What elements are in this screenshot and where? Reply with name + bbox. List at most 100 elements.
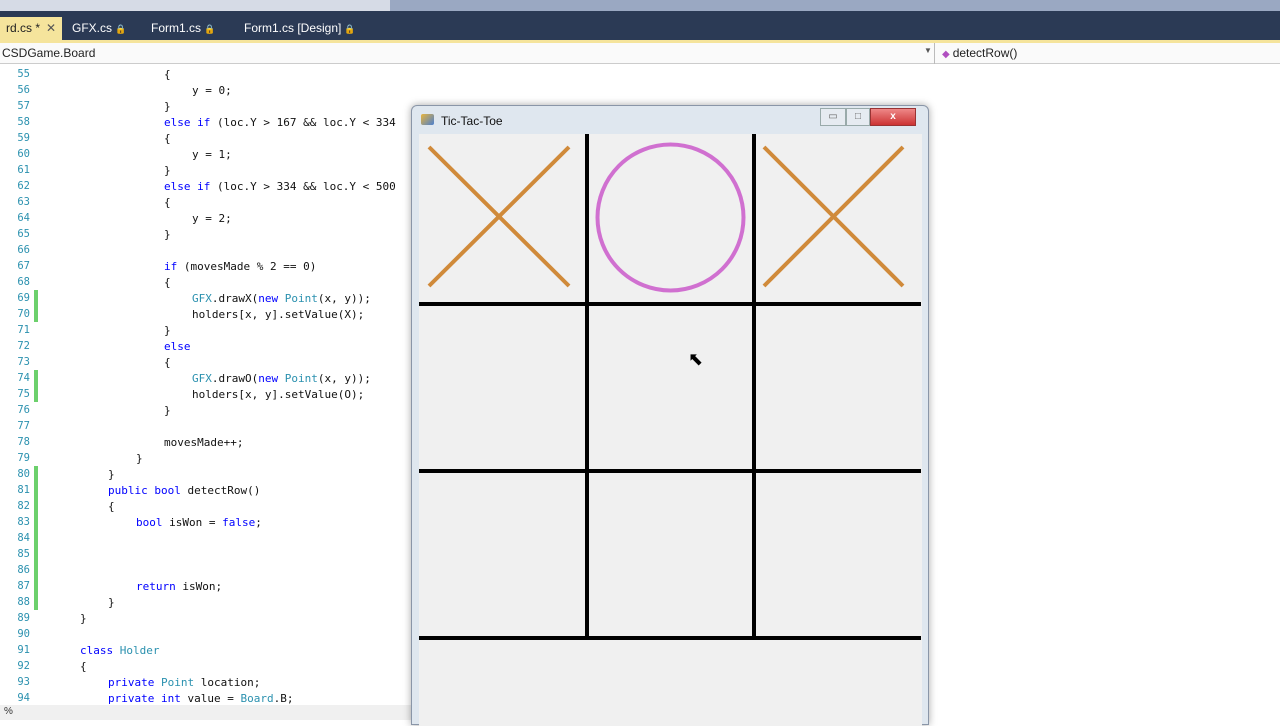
- code-line[interactable]: 81 public bool detectRow(): [0, 482, 420, 498]
- code-token: }: [164, 164, 171, 177]
- code-line[interactable]: 66: [0, 242, 420, 258]
- class-selector[interactable]: CSDGame.Board: [2, 46, 95, 60]
- code-line[interactable]: 78 movesMade++;: [0, 434, 420, 450]
- code-line[interactable]: 93 private Point location;: [0, 674, 420, 690]
- line-number: 88: [17, 596, 30, 608]
- close-icon[interactable]: ✕: [46, 21, 56, 35]
- lock-icon: 🔒: [115, 24, 127, 34]
- code-line[interactable]: 86: [0, 562, 420, 578]
- code-line[interactable]: 72 else: [0, 338, 420, 354]
- change-marker: [34, 562, 38, 578]
- code-line[interactable]: 80}: [0, 466, 420, 482]
- line-number: 93: [17, 676, 30, 688]
- toolbar-buttons[interactable]: [0, 0, 390, 11]
- code-line[interactable]: 64 y = 2;: [0, 210, 420, 226]
- code-line[interactable]: 60 y = 1;: [0, 146, 420, 162]
- code-line[interactable]: 58 else if (loc.Y > 167 && loc.Y < 334: [0, 114, 420, 130]
- code-token: y = 2;: [192, 212, 232, 225]
- code-text: GFX.drawX(new Point(x, y));: [192, 292, 371, 305]
- code-line[interactable]: 73 {: [0, 354, 420, 370]
- code-line[interactable]: 67 if (movesMade % 2 == 0): [0, 258, 420, 274]
- line-number: 76: [17, 404, 30, 416]
- navigation-bar: CSDGame.Board ▼ ◆ detectRow(): [0, 43, 1280, 64]
- code-token: .B;: [273, 692, 294, 705]
- code-token: location;: [194, 676, 261, 689]
- code-line[interactable]: 83 bool isWon = false;: [0, 514, 420, 530]
- tab-board-cs[interactable]: rd.cs * ✕: [0, 17, 63, 40]
- code-token: new: [258, 292, 279, 305]
- code-token: }: [164, 324, 171, 337]
- code-line[interactable]: 94 private int value = Board.B;: [0, 690, 420, 706]
- change-marker: [34, 466, 38, 482]
- code-token: else: [164, 340, 191, 353]
- code-line[interactable]: 59 {: [0, 130, 420, 146]
- member-selector[interactable]: ◆ detectRow(): [942, 46, 1017, 60]
- game-board-area[interactable]: [419, 134, 922, 726]
- code-line[interactable]: 65}: [0, 226, 420, 242]
- code-line[interactable]: 89}: [0, 610, 420, 626]
- line-number: 58: [17, 116, 30, 128]
- code-line[interactable]: 57}: [0, 98, 420, 114]
- code-line[interactable]: 70 holders[x, y].setValue(X);: [0, 306, 420, 322]
- line-number: 64: [17, 212, 30, 224]
- code-line[interactable]: 91 class Holder: [0, 642, 420, 658]
- code-line[interactable]: 76}: [0, 402, 420, 418]
- code-line[interactable]: 62 else if (loc.Y > 334 && loc.Y < 500: [0, 178, 420, 194]
- code-token: {: [164, 356, 171, 369]
- game-board[interactable]: [419, 134, 922, 726]
- code-token: {: [164, 68, 171, 81]
- line-number: 67: [17, 260, 30, 272]
- line-number: 69: [17, 292, 30, 304]
- tab-gfx-cs[interactable]: GFX.cs 🔒: [66, 17, 132, 40]
- change-marker: [34, 482, 38, 498]
- line-number: 56: [17, 84, 30, 96]
- code-text: {: [108, 500, 115, 513]
- close-button[interactable]: x: [870, 108, 916, 126]
- code-line[interactable]: 84: [0, 530, 420, 546]
- tic-tac-toe-window: Tic-Tac-Toe ▭ □ x: [411, 105, 929, 726]
- code-line[interactable]: 74 GFX.drawO(new Point(x, y));: [0, 370, 420, 386]
- code-text: {: [164, 132, 171, 145]
- window-titlebar[interactable]: Tic-Tac-Toe ▭ □ x: [412, 106, 928, 134]
- code-token: }: [108, 468, 115, 481]
- code-line[interactable]: 87 return isWon;: [0, 578, 420, 594]
- chevron-down-icon[interactable]: ▼: [924, 46, 932, 55]
- code-token: if: [164, 260, 178, 273]
- code-line[interactable]: 55 {: [0, 66, 420, 82]
- zoom-level[interactable]: %: [0, 705, 420, 720]
- code-line[interactable]: 68 {: [0, 274, 420, 290]
- code-line[interactable]: 75 holders[x, y].setValue(O);: [0, 386, 420, 402]
- code-token: (loc.Y > 167 && loc.Y < 334: [210, 116, 396, 129]
- code-token: Point: [160, 676, 195, 689]
- change-marker: [34, 386, 38, 402]
- maximize-button[interactable]: □: [846, 108, 870, 126]
- code-line[interactable]: 61}: [0, 162, 420, 178]
- code-token: new: [258, 372, 279, 385]
- document-tabs: rd.cs * ✕ GFX.cs 🔒 Form1.cs 🔒 Form1.cs [Des…: [0, 11, 1280, 40]
- tab-form1-design[interactable]: Form1.cs [Design] 🔒: [238, 17, 362, 40]
- code-line[interactable]: 56 y = 0;: [0, 82, 420, 98]
- code-token: y = 0;: [192, 84, 232, 97]
- tab-form1-cs[interactable]: Form1.cs 🔒: [145, 17, 221, 40]
- code-line[interactable]: 69 GFX.drawX(new Point(x, y));: [0, 290, 420, 306]
- line-number: 59: [17, 132, 30, 144]
- code-token: bool: [154, 484, 181, 497]
- code-line[interactable]: 77: [0, 418, 420, 434]
- code-line[interactable]: 85: [0, 546, 420, 562]
- code-line[interactable]: 88}: [0, 594, 420, 610]
- code-line[interactable]: 92 {: [0, 658, 420, 674]
- minimize-button[interactable]: ▭: [820, 108, 846, 126]
- code-line[interactable]: 90: [0, 626, 420, 642]
- code-line[interactable]: 79}: [0, 450, 420, 466]
- code-line[interactable]: 71}: [0, 322, 420, 338]
- change-marker: [34, 306, 38, 322]
- o-mark: [595, 142, 746, 293]
- line-number: 90: [17, 628, 30, 640]
- change-marker: [34, 530, 38, 546]
- code-line[interactable]: 63 {: [0, 194, 420, 210]
- line-number: 85: [17, 548, 30, 560]
- code-line[interactable]: 82 {: [0, 498, 420, 514]
- line-number: 79: [17, 452, 30, 464]
- code-token: holders[x, y].setValue(X);: [192, 308, 365, 321]
- app-icon: [421, 114, 434, 125]
